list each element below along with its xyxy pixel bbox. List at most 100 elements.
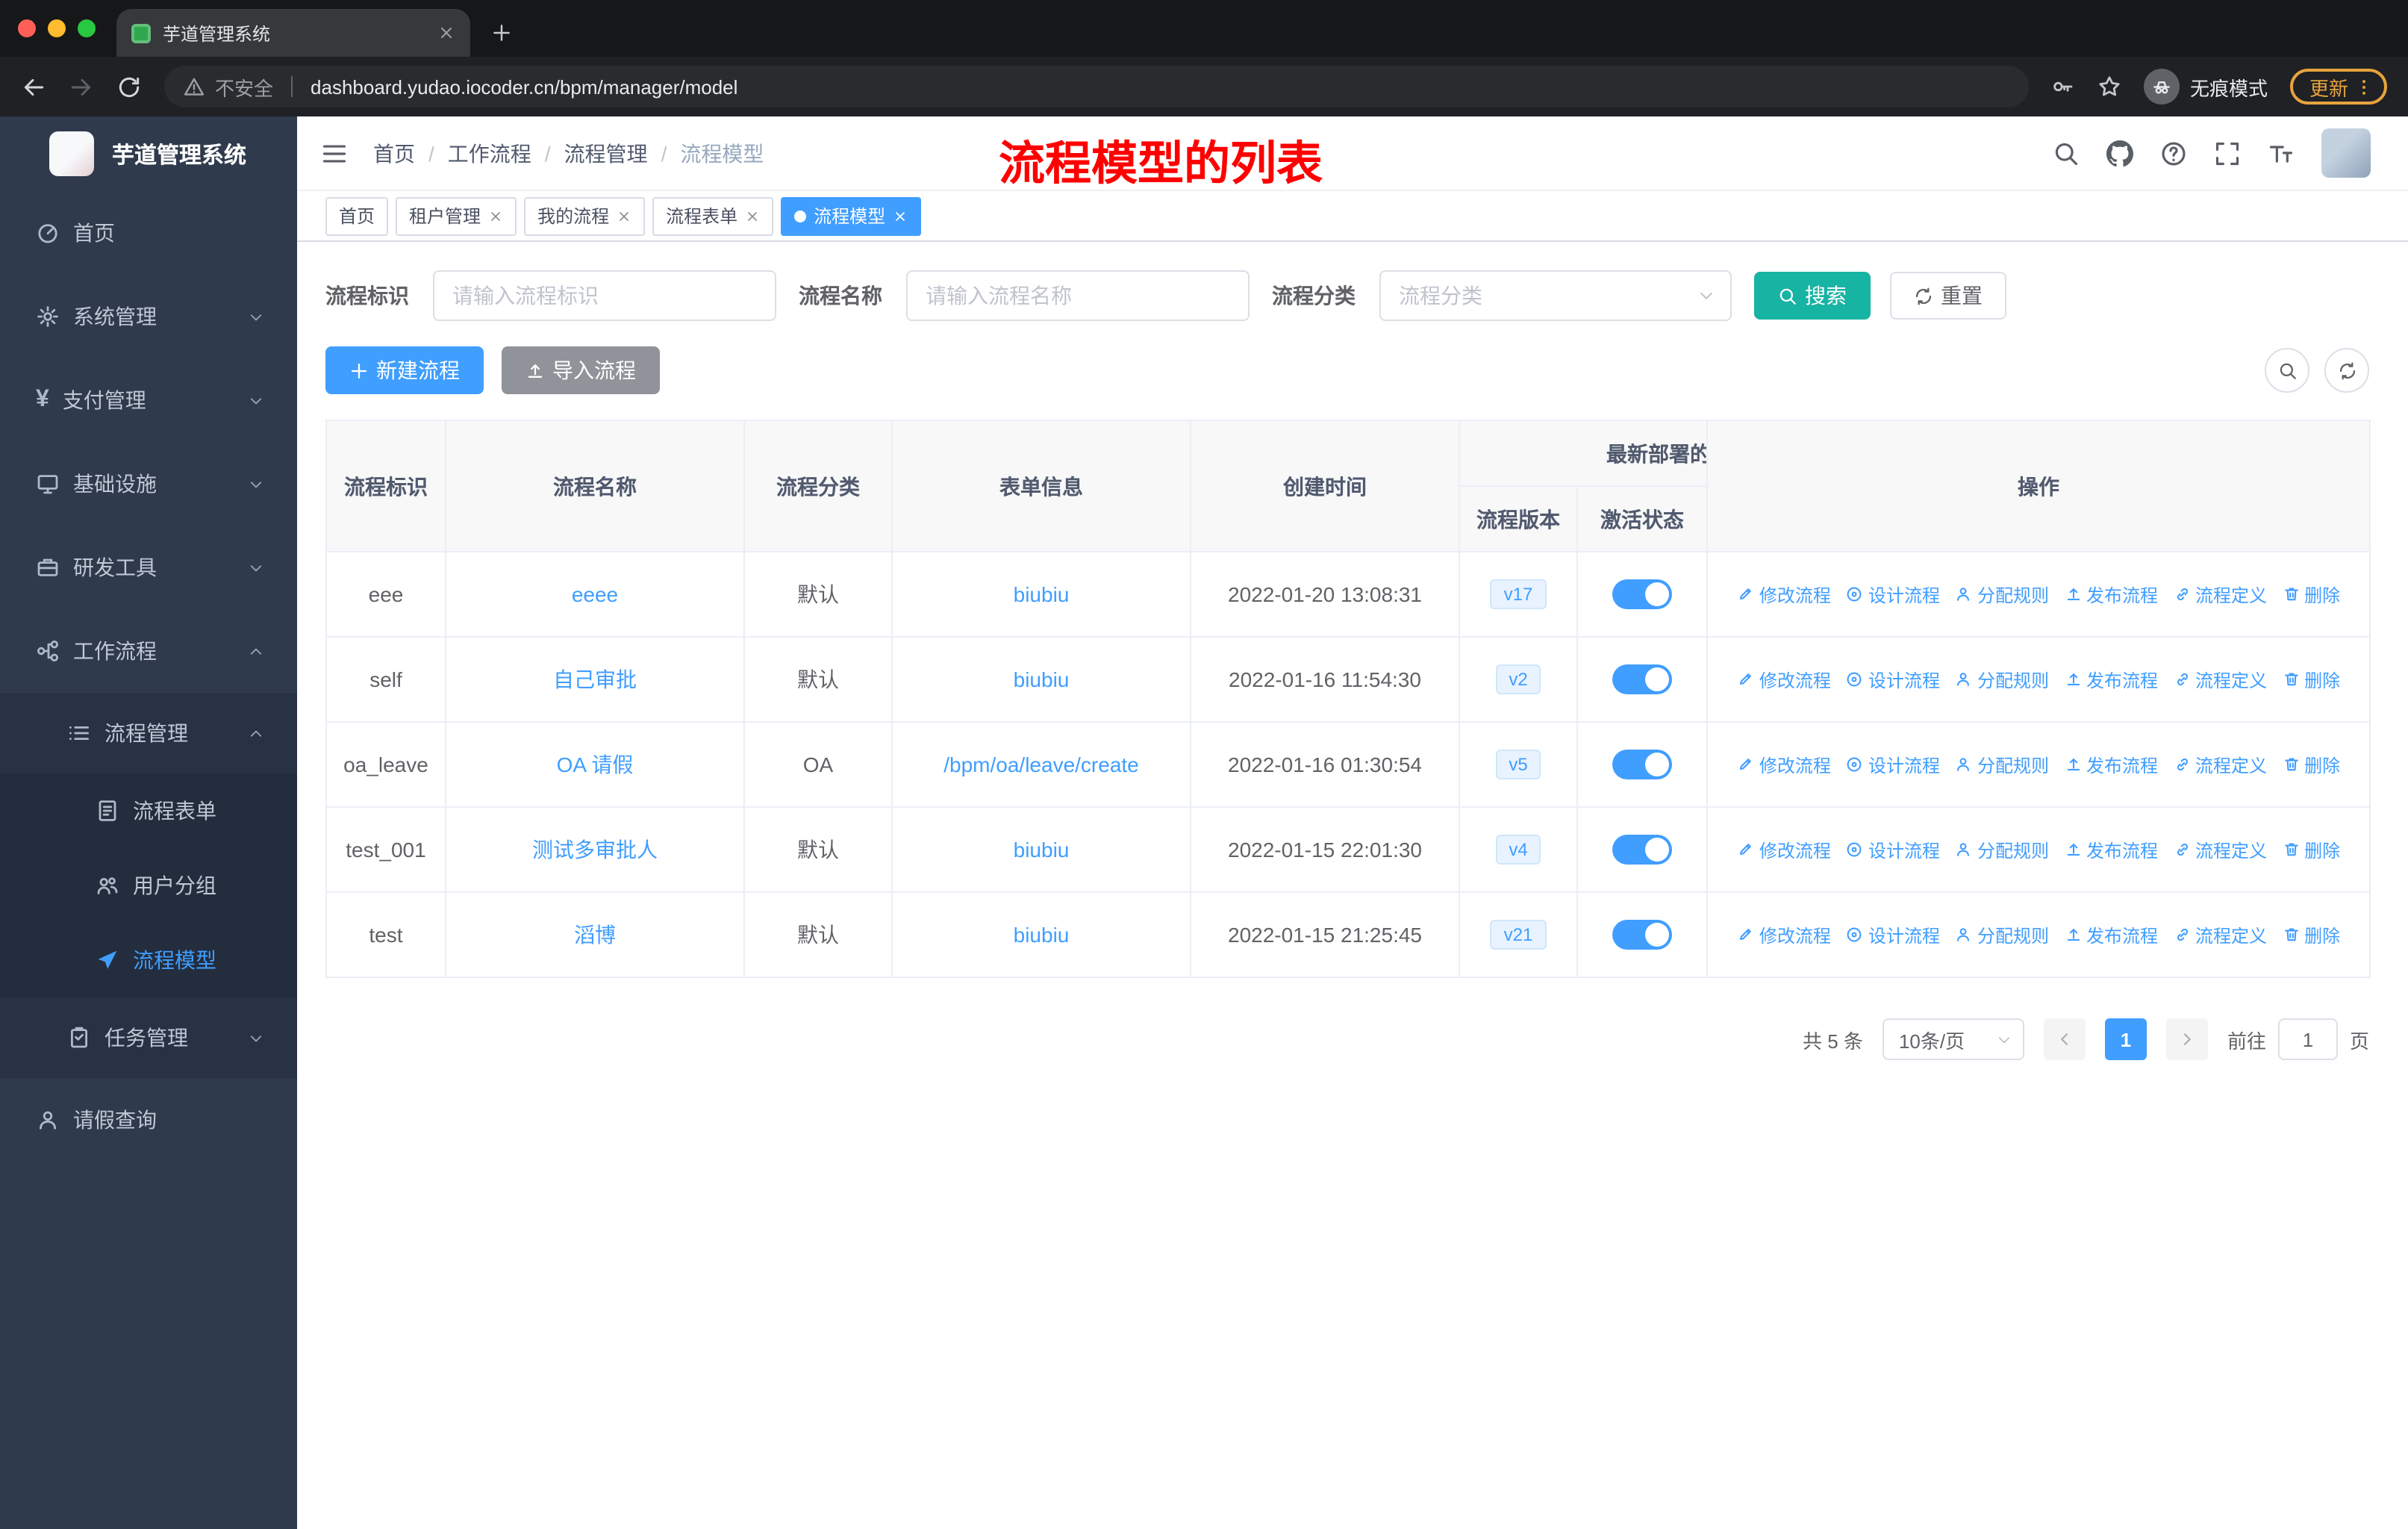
help-icon[interactable] xyxy=(2160,140,2187,166)
row-action-delete[interactable]: 删除 xyxy=(2282,753,2340,778)
sidebar-item-process-model[interactable]: 流程模型 xyxy=(0,923,297,997)
row-action-delete[interactable]: 删除 xyxy=(2282,667,2340,693)
row-action-publish-process[interactable]: 发布流程 xyxy=(2064,923,2158,948)
row-action-publish-process[interactable]: 发布流程 xyxy=(2064,753,2158,778)
sidebar-item-system-management[interactable]: 系统管理 xyxy=(0,275,297,358)
minimize-window-button[interactable] xyxy=(48,19,66,37)
sidebar-item-user-group[interactable]: 用户分组 xyxy=(0,848,297,923)
row-action-design-process[interactable]: 设计流程 xyxy=(1846,753,1940,778)
row-action-assign-rules[interactable]: 分配规则 xyxy=(1955,667,2049,693)
active-toggle[interactable] xyxy=(1612,835,1672,865)
row-action-delete[interactable]: 删除 xyxy=(2282,838,2340,863)
row-action-process-definition[interactable]: 流程定义 xyxy=(2173,753,2267,778)
row-action-process-definition[interactable]: 流程定义 xyxy=(2173,667,2267,693)
form-info-link[interactable]: /bpm/oa/leave/create xyxy=(943,753,1139,776)
close-icon[interactable] xyxy=(893,208,908,223)
row-action-assign-rules[interactable]: 分配规则 xyxy=(1955,923,2049,948)
active-toggle[interactable] xyxy=(1612,579,1672,609)
sidebar-item-workflow[interactable]: 工作流程 xyxy=(0,609,297,693)
row-action-design-process[interactable]: 设计流程 xyxy=(1846,923,1940,948)
view-tag-process-model[interactable]: 流程模型 xyxy=(781,196,922,235)
active-toggle[interactable] xyxy=(1612,664,1672,694)
browser-menu-icon[interactable] xyxy=(2354,77,2374,96)
search-button[interactable]: 搜索 xyxy=(1754,272,1871,320)
reset-button[interactable]: 重置 xyxy=(1890,272,2006,320)
process-name-link[interactable]: 滔博 xyxy=(574,923,616,947)
goto-page-input[interactable] xyxy=(2277,1018,2338,1060)
form-info-link[interactable]: biubiu xyxy=(1014,582,1070,606)
sidebar-item-process-form[interactable]: 流程表单 xyxy=(0,773,297,848)
bookmark-star-icon[interactable] xyxy=(2097,75,2121,99)
view-tag-my-process[interactable]: 我的流程 xyxy=(524,196,646,235)
search-icon[interactable] xyxy=(2053,140,2080,166)
row-action-process-definition[interactable]: 流程定义 xyxy=(2173,923,2267,948)
row-action-design-process[interactable]: 设计流程 xyxy=(1846,838,1940,863)
back-icon[interactable] xyxy=(21,74,46,99)
row-action-assign-rules[interactable]: 分配规则 xyxy=(1955,838,2049,863)
sidebar-item-payment-management[interactable]: ¥ 支付管理 xyxy=(0,358,297,442)
close-icon[interactable] xyxy=(745,208,760,223)
active-toggle[interactable] xyxy=(1612,920,1672,950)
window-controls[interactable] xyxy=(18,19,96,37)
security-warning-icon[interactable] xyxy=(184,76,205,97)
sidebar-item-home[interactable]: 首页 xyxy=(0,191,297,275)
row-action-publish-process[interactable]: 发布流程 xyxy=(2064,582,2158,608)
create-process-button[interactable]: 新建流程 xyxy=(325,346,484,394)
browser-tab[interactable]: 芋道管理系统 xyxy=(116,9,470,57)
breadcrumb-item[interactable]: 工作流程 xyxy=(448,138,531,168)
form-info-link[interactable]: biubiu xyxy=(1014,923,1070,947)
row-action-delete[interactable]: 删除 xyxy=(2282,582,2340,608)
active-toggle[interactable] xyxy=(1612,750,1672,779)
row-action-edit-process[interactable]: 修改流程 xyxy=(1737,667,1831,693)
row-action-edit-process[interactable]: 修改流程 xyxy=(1737,753,1831,778)
github-icon[interactable] xyxy=(2106,140,2133,166)
close-icon[interactable] xyxy=(617,208,631,223)
prev-page-button[interactable] xyxy=(2043,1018,2086,1060)
process-name-link[interactable]: 自己审批 xyxy=(553,667,637,691)
tab-close-icon[interactable] xyxy=(437,24,455,42)
process-name-input[interactable] xyxy=(906,270,1250,321)
url-bar[interactable]: 不安全 dashboard.yudao.iocoder.cn/bpm/manag… xyxy=(164,66,2029,108)
app-logo[interactable]: 芋道管理系统 xyxy=(0,116,297,191)
sidebar-item-process-management[interactable]: 流程管理 xyxy=(0,693,297,773)
row-action-edit-process[interactable]: 修改流程 xyxy=(1737,838,1831,863)
refresh-table-button[interactable] xyxy=(2324,348,2369,393)
toggle-search-button[interactable] xyxy=(2265,348,2309,393)
row-action-publish-process[interactable]: 发布流程 xyxy=(2064,838,2158,863)
process-name-link[interactable]: OA 请假 xyxy=(557,753,634,776)
breadcrumb-item[interactable]: 流程管理 xyxy=(564,138,648,168)
form-info-link[interactable]: biubiu xyxy=(1014,838,1070,862)
fullscreen-icon[interactable] xyxy=(2214,140,2241,166)
page-size-select[interactable]: 10条/页 xyxy=(1882,1018,2024,1060)
font-size-icon[interactable] xyxy=(2268,140,2295,166)
row-action-delete[interactable]: 删除 xyxy=(2282,923,2340,948)
breadcrumb-item[interactable]: 首页 xyxy=(373,138,415,168)
password-key-icon[interactable] xyxy=(2051,75,2075,99)
sidebar-collapse-icon[interactable] xyxy=(321,140,348,166)
view-tag-process-form[interactable]: 流程表单 xyxy=(652,196,774,235)
new-tab-button[interactable] xyxy=(491,22,512,43)
category-select[interactable]: 流程分类 xyxy=(1379,270,1732,321)
form-info-link[interactable]: biubiu xyxy=(1014,667,1070,691)
row-action-assign-rules[interactable]: 分配规则 xyxy=(1955,753,2049,778)
view-tag-home[interactable]: 首页 xyxy=(325,196,389,235)
sidebar-item-leave-query[interactable]: 请假查询 xyxy=(0,1078,297,1162)
page-number-1[interactable]: 1 xyxy=(2104,1018,2147,1060)
close-window-button[interactable] xyxy=(18,19,36,37)
maximize-window-button[interactable] xyxy=(78,19,96,37)
row-action-process-definition[interactable]: 流程定义 xyxy=(2173,838,2267,863)
import-process-button[interactable]: 导入流程 xyxy=(502,346,660,394)
row-action-assign-rules[interactable]: 分配规则 xyxy=(1955,582,2049,608)
user-avatar[interactable] xyxy=(2321,128,2371,178)
process-key-input[interactable] xyxy=(433,270,776,321)
sidebar-item-dev-tools[interactable]: 研发工具 xyxy=(0,526,297,609)
row-action-edit-process[interactable]: 修改流程 xyxy=(1737,923,1831,948)
process-name-link[interactable]: eeee xyxy=(572,582,618,606)
row-action-design-process[interactable]: 设计流程 xyxy=(1846,582,1940,608)
next-page-button[interactable] xyxy=(2165,1018,2208,1060)
row-action-design-process[interactable]: 设计流程 xyxy=(1846,667,1940,693)
incognito-indicator[interactable]: 无痕模式 xyxy=(2143,69,2268,105)
sidebar-item-infrastructure[interactable]: 基础设施 xyxy=(0,442,297,526)
browser-update-button[interactable]: 更新 xyxy=(2289,69,2387,105)
row-action-publish-process[interactable]: 发布流程 xyxy=(2064,667,2158,693)
